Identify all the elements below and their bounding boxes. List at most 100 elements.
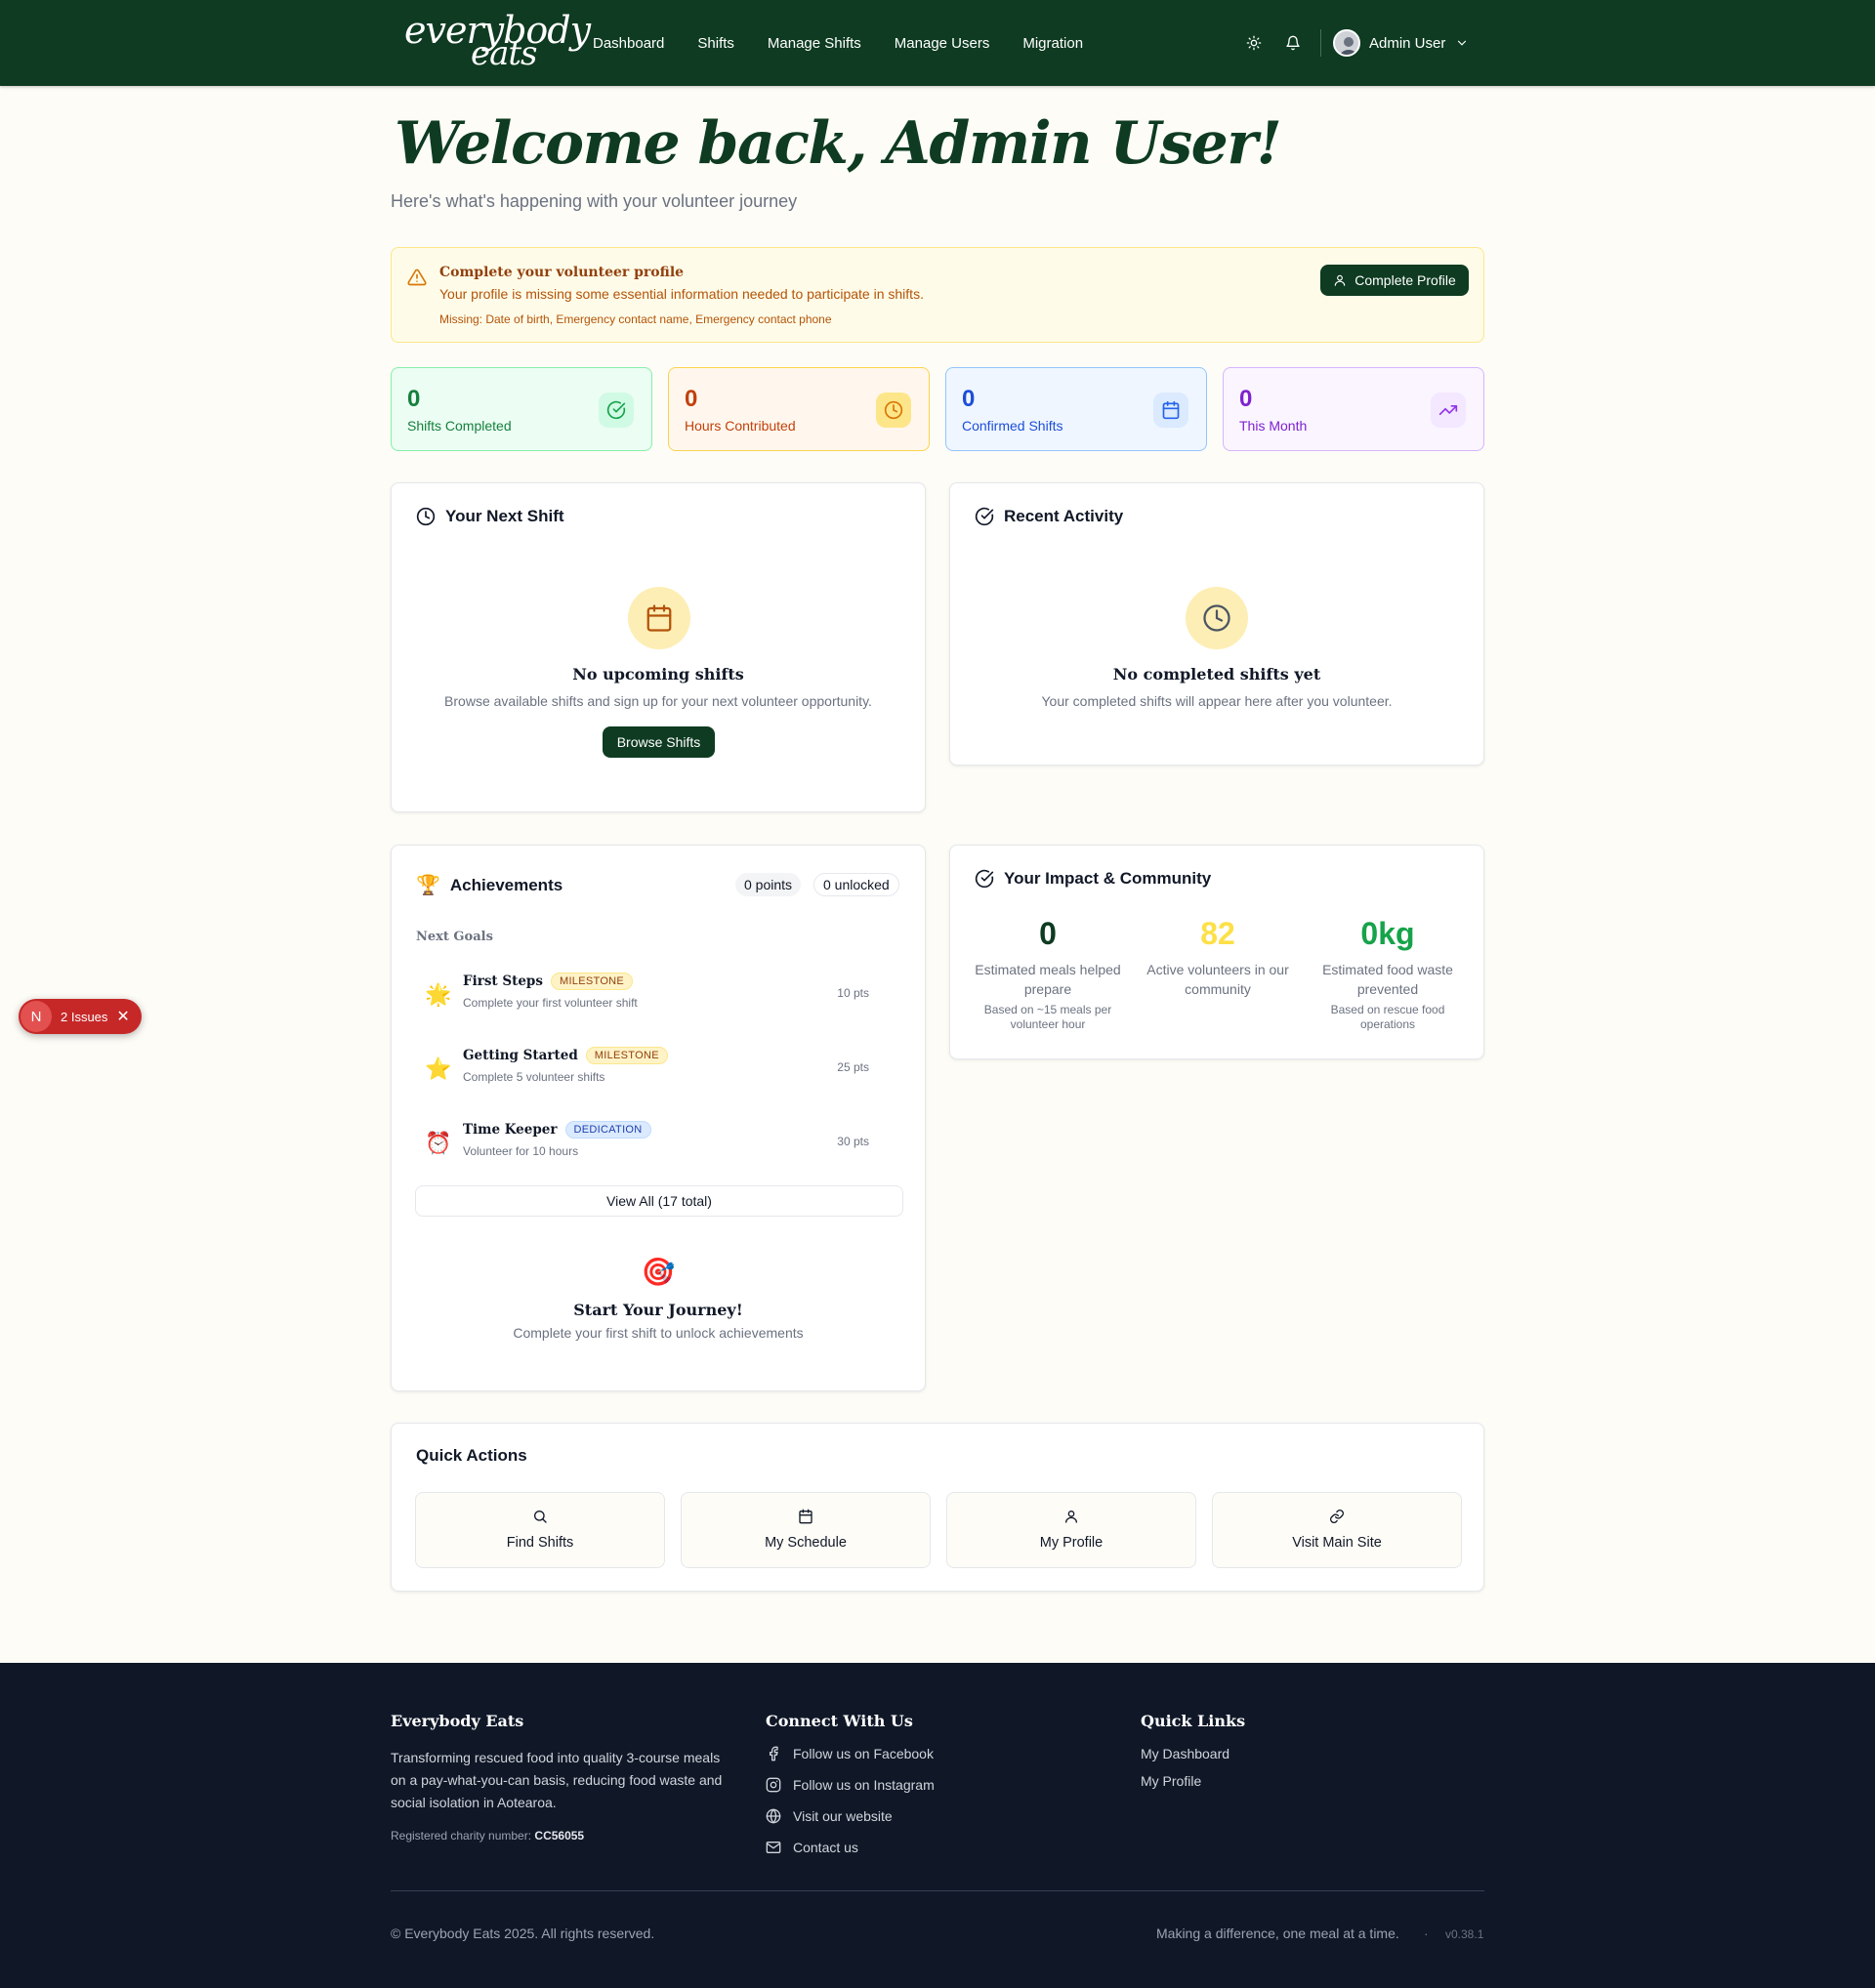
footer-link-label: Contact us [793, 1840, 858, 1855]
link-icon [1213, 1509, 1461, 1524]
complete-profile-button[interactable]: Complete Profile [1320, 265, 1469, 296]
impact-meals: 0 Estimated meals helped prepare Based o… [970, 916, 1126, 1032]
nav-migration[interactable]: Migration [1022, 35, 1083, 52]
footer-link-my-profile[interactable]: My Profile [1141, 1773, 1201, 1789]
impact-label: Estimated meals helped prepare [975, 962, 1121, 997]
next-goals-label: Next Goals [416, 930, 493, 944]
footer-link-website[interactable]: Visit our website [766, 1808, 893, 1824]
footer-link-my-dashboard[interactable]: My Dashboard [1141, 1746, 1229, 1761]
impact-value: 0kg [1360, 916, 1415, 951]
quick-action-label: Visit Main Site [1292, 1535, 1382, 1551]
quick-action-visit-main-site[interactable]: Visit Main Site [1212, 1492, 1462, 1568]
card-title: Your Impact & Community [975, 869, 1211, 889]
star-icon: ⭐ [425, 1056, 452, 1081]
impact-title: Your Impact & Community [1004, 869, 1212, 888]
card-title: 🏆 Achievements [416, 873, 562, 897]
footer-charity: Registered charity number: CC56055 [391, 1829, 584, 1843]
user-icon [947, 1509, 1195, 1524]
footer-link-label: Follow us on Instagram [793, 1777, 935, 1793]
instagram-icon [766, 1777, 781, 1793]
achievements-card: 🏆 Achievements 0 points 0 unlocked Next … [391, 845, 926, 1391]
quick-actions-title: Quick Actions [416, 1446, 527, 1465]
quick-action-label: Find Shifts [506, 1535, 574, 1551]
clock-icon [416, 507, 436, 526]
next-shift-title: Your Next Shift [445, 507, 564, 525]
footer-link-instagram[interactable]: Follow us on Instagram [766, 1777, 935, 1793]
trophy-icon: 🏆 [416, 875, 440, 896]
alert-title: Complete your volunteer profile [439, 265, 685, 280]
stat-value: 0 [407, 386, 421, 412]
nav-manage-users[interactable]: Manage Users [895, 35, 990, 52]
everybody-eats-logo[interactable]: everybody eats [404, 12, 591, 72]
clock-icon [876, 393, 911, 428]
browse-shifts-button[interactable]: Browse Shifts [603, 726, 715, 758]
issues-count: 2 Issues [61, 1009, 108, 1024]
footer-version: v0.38.1 [1445, 1927, 1484, 1941]
goal-description: Complete 5 volunteer shifts [463, 1070, 605, 1084]
charity-label: Registered charity number: [391, 1829, 535, 1843]
check-circle-icon [975, 507, 994, 526]
recent-activity-card: Recent Activity No completed shifts yet … [949, 482, 1484, 766]
quick-actions-card: Quick Actions Find Shifts My Schedule My… [391, 1423, 1484, 1592]
nextjs-logo-icon: N [21, 1001, 52, 1032]
goal-points: 30 pts [837, 1135, 869, 1148]
impact-note: Based on ~15 meals per volunteer hour [983, 1003, 1112, 1031]
top-navbar: everybody eats Dashboard Shifts Manage S… [0, 0, 1875, 86]
check-circle-icon [975, 869, 994, 889]
goal-name-row: First Steps MILESTONE [463, 973, 634, 990]
chevron-down-icon[interactable] [1455, 36, 1469, 50]
quick-action-my-schedule[interactable]: My Schedule [681, 1492, 931, 1568]
header-divider [1320, 29, 1321, 57]
goal-name-row: Getting Started MILESTONE [463, 1047, 668, 1064]
next-shift-card: Your Next Shift No upcoming shifts Brows… [391, 482, 926, 812]
card-title: Your Next Shift [416, 507, 564, 526]
goal-description: Volunteer for 10 hours [463, 1144, 579, 1158]
glowing-star-icon: 🌟 [425, 982, 452, 1007]
stat-value: 0 [1239, 386, 1253, 412]
close-icon[interactable]: ✕ [116, 1007, 129, 1026]
footer-copyright: © Everybody Eats 2025. All rights reserv… [391, 1926, 655, 1941]
facebook-icon [766, 1746, 781, 1761]
user-menu-name[interactable]: Admin User [1369, 35, 1445, 52]
profile-incomplete-alert: Complete your volunteer profile Your pro… [391, 247, 1484, 343]
theme-toggle-sun-icon[interactable] [1242, 31, 1266, 55]
unlocked-pill: 0 unlocked [813, 873, 899, 896]
site-footer: Everybody Eats Transforming rescued food… [0, 1663, 1875, 1988]
quick-action-find-shifts[interactable]: Find Shifts [415, 1492, 665, 1568]
goal-name: First Steps [463, 973, 543, 989]
footer-divider [391, 1890, 1484, 1891]
nav-shifts[interactable]: Shifts [697, 35, 734, 52]
impact-note: Based on rescue food operations [1330, 1003, 1445, 1031]
footer-link-contact[interactable]: Contact us [766, 1840, 858, 1855]
journey-title: Start Your Journey! [573, 1301, 743, 1319]
dev-issues-badge[interactable]: N 2 Issues ✕ [19, 999, 142, 1034]
notifications-bell-icon[interactable] [1281, 31, 1305, 55]
calendar-icon [628, 587, 690, 649]
footer-link-facebook[interactable]: Follow us on Facebook [766, 1746, 934, 1761]
mail-icon [766, 1840, 781, 1855]
stat-shifts-completed: 0 Shifts Completed [391, 367, 652, 451]
impact-label: Estimated food waste prevented [1322, 962, 1453, 997]
target-icon: 🎯 [641, 1257, 676, 1287]
quick-action-my-profile[interactable]: My Profile [946, 1492, 1196, 1568]
calendar-icon [682, 1509, 930, 1524]
stat-value: 0 [685, 386, 698, 412]
nav-dashboard[interactable]: Dashboard [593, 35, 664, 52]
check-circle-icon [599, 393, 634, 428]
stat-hours-contributed: 0 Hours Contributed [668, 367, 930, 451]
alarm-clock-icon: ⏰ [425, 1131, 452, 1155]
page-subtitle: Here's what's happening with your volunt… [391, 191, 798, 211]
impact-label: Active volunteers in our community [1146, 962, 1289, 997]
goal-name: Time Keeper [463, 1122, 558, 1138]
impact-value: 0 [1039, 916, 1057, 951]
nav-manage-shifts[interactable]: Manage Shifts [768, 35, 861, 52]
footer-separator: · [1424, 1926, 1429, 1941]
main-nav: Dashboard Shifts Manage Shifts Manage Us… [576, 0, 1100, 86]
journey-description: Complete your first shift to unlock achi… [513, 1325, 804, 1341]
calendar-icon [1153, 393, 1188, 428]
user-avatar[interactable] [1333, 29, 1360, 57]
stat-label: Hours Contributed [685, 418, 796, 434]
view-all-achievements-button[interactable]: View All (17 total) [415, 1185, 903, 1217]
stat-this-month: 0 This Month [1223, 367, 1484, 451]
impact-food-waste: 0kg Estimated food waste prevented Based… [1310, 916, 1466, 1032]
